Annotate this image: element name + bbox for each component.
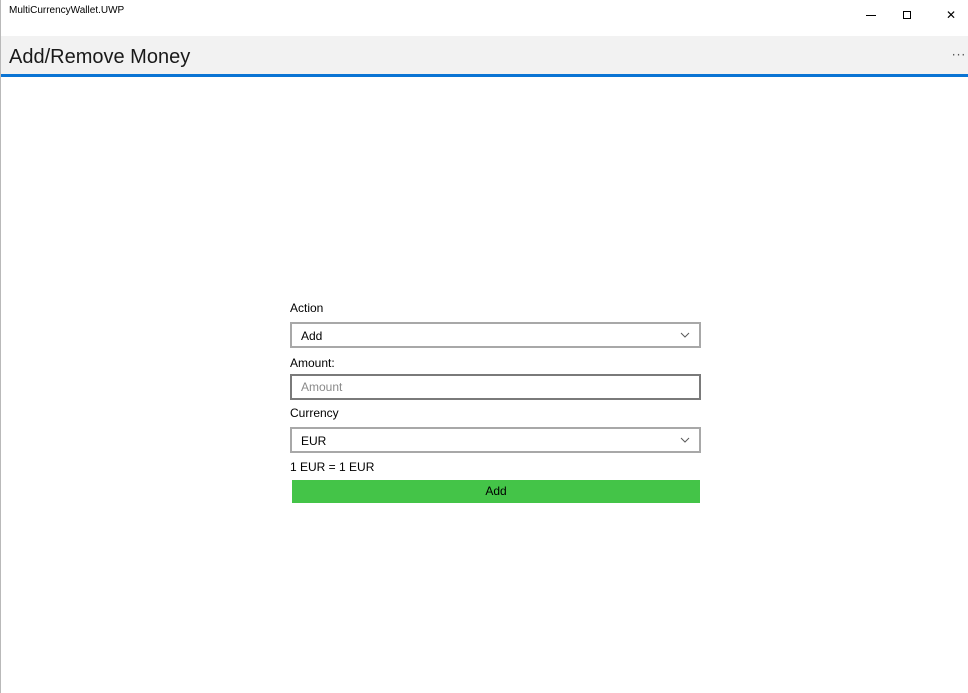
amount-label: Amount: xyxy=(290,356,335,370)
currency-combobox[interactable]: EUR xyxy=(290,427,701,453)
amount-input[interactable] xyxy=(290,374,701,400)
action-label: Action xyxy=(290,301,324,315)
title-bar[interactable]: MultiCurrencyWallet.UWP ✕ xyxy=(1,0,968,30)
maximize-button[interactable] xyxy=(889,0,925,30)
exchange-rate-text: 1 EUR = 1 EUR xyxy=(290,460,375,474)
more-options-button[interactable]: ··· xyxy=(951,42,967,68)
minimize-button[interactable] xyxy=(853,0,889,30)
page-header: Add/Remove Money ··· xyxy=(1,36,968,77)
chevron-down-icon xyxy=(680,437,690,443)
minimize-icon xyxy=(866,14,876,16)
currency-selected-value: EUR xyxy=(301,434,327,448)
close-icon: ✕ xyxy=(945,8,957,22)
ellipsis-icon: ··· xyxy=(951,48,967,62)
maximize-icon xyxy=(903,11,911,19)
action-combobox[interactable]: Add xyxy=(290,322,701,348)
page-title: Add/Remove Money xyxy=(9,46,191,68)
add-button[interactable]: Add xyxy=(292,480,700,503)
close-button[interactable]: ✕ xyxy=(933,0,968,30)
action-selected-value: Add xyxy=(301,329,323,343)
app-window: MultiCurrencyWallet.UWP ✕ Add/Remove Mon… xyxy=(0,0,968,693)
app-title: MultiCurrencyWallet.UWP xyxy=(9,5,125,16)
chevron-down-icon xyxy=(680,332,690,338)
currency-label: Currency xyxy=(290,406,339,420)
